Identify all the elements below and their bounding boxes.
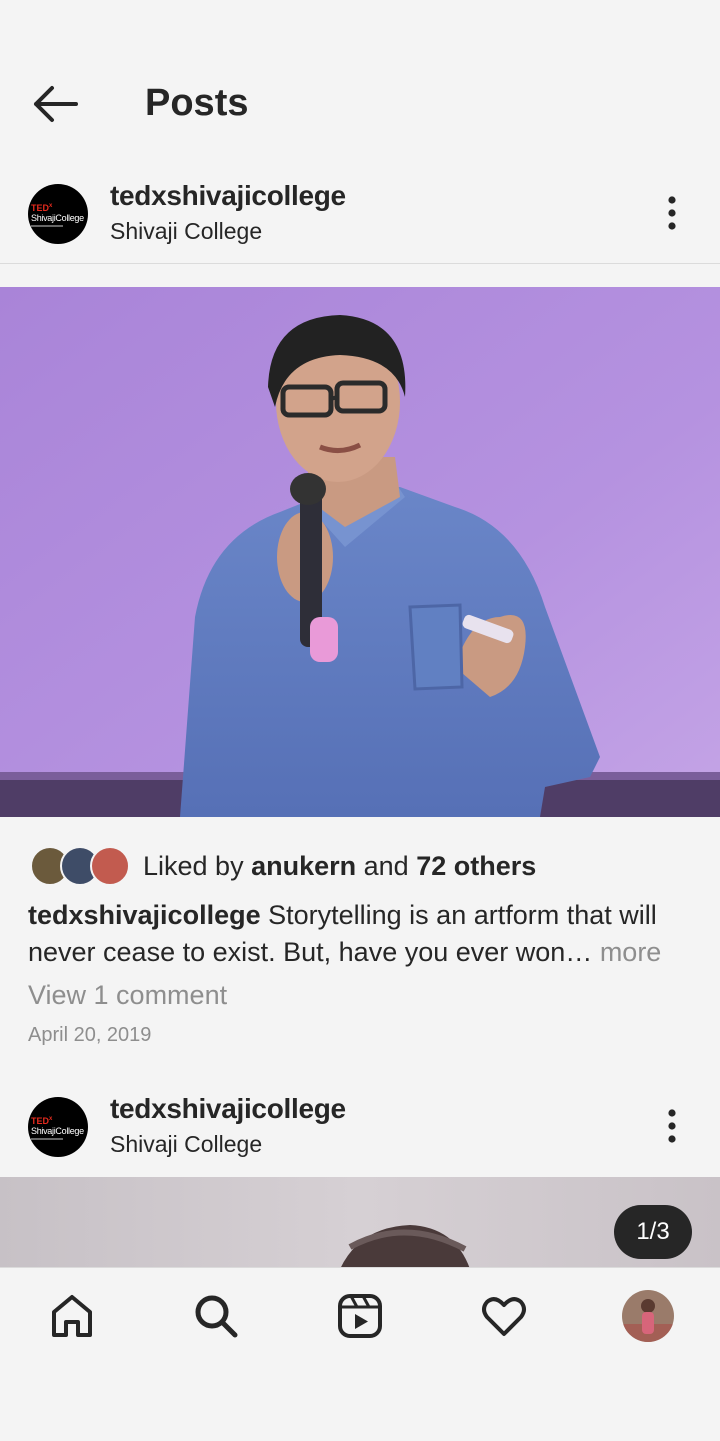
post-username[interactable]: tedxshivajicollege	[110, 1093, 346, 1125]
profile-avatar	[622, 1290, 674, 1342]
nav-home[interactable]	[44, 1288, 100, 1344]
post-date: April 20, 2019	[28, 1024, 152, 1046]
post-photo[interactable]	[0, 1177, 720, 1269]
liked-by-avatars[interactable]	[30, 846, 130, 888]
post-header: TEDx ShivajiCollege tedxshivajicollege S…	[0, 1083, 720, 1169]
post-header: TEDx ShivajiCollege tedxshivajicollege S…	[0, 170, 720, 256]
home-icon	[52, 1295, 92, 1337]
reels-icon	[338, 1294, 382, 1338]
post-username[interactable]: tedxshivajicollege	[110, 180, 346, 212]
more-options-button[interactable]	[654, 188, 690, 238]
heart-icon	[482, 1297, 526, 1336]
search-icon	[195, 1295, 238, 1338]
divider	[0, 263, 720, 264]
bottom-nav	[0, 1267, 720, 1441]
arrow-left-icon	[34, 86, 78, 122]
more-vertical-icon	[668, 196, 676, 230]
liker-avatar	[90, 846, 130, 886]
post-photo[interactable]	[0, 287, 720, 817]
likes-summary[interactable]: Liked by anukern and 72 others	[143, 851, 536, 882]
nav-activity[interactable]	[476, 1288, 532, 1344]
more-options-button[interactable]	[654, 1101, 690, 1151]
nav-reels[interactable]	[332, 1288, 388, 1344]
nav-search[interactable]	[188, 1288, 244, 1344]
post-location[interactable]: Shivaji College	[110, 1131, 262, 1158]
carousel-indicator: 1/3	[614, 1205, 692, 1259]
caption-username[interactable]: tedxshivajicollege	[28, 900, 261, 930]
view-comments-link[interactable]: View 1 comment	[28, 980, 227, 1011]
nav-profile[interactable]	[620, 1288, 676, 1344]
post-caption: tedxshivajicollege Storytelling is an ar…	[28, 897, 698, 971]
back-button[interactable]	[28, 80, 84, 128]
page-title: Posts	[145, 82, 249, 124]
post-location[interactable]: Shivaji College	[110, 218, 262, 245]
caption-more-link[interactable]: more	[600, 937, 662, 967]
account-avatar[interactable]: TEDx ShivajiCollege	[28, 1097, 88, 1157]
more-vertical-icon	[668, 1109, 676, 1143]
account-avatar[interactable]: TEDx ShivajiCollege	[28, 184, 88, 244]
